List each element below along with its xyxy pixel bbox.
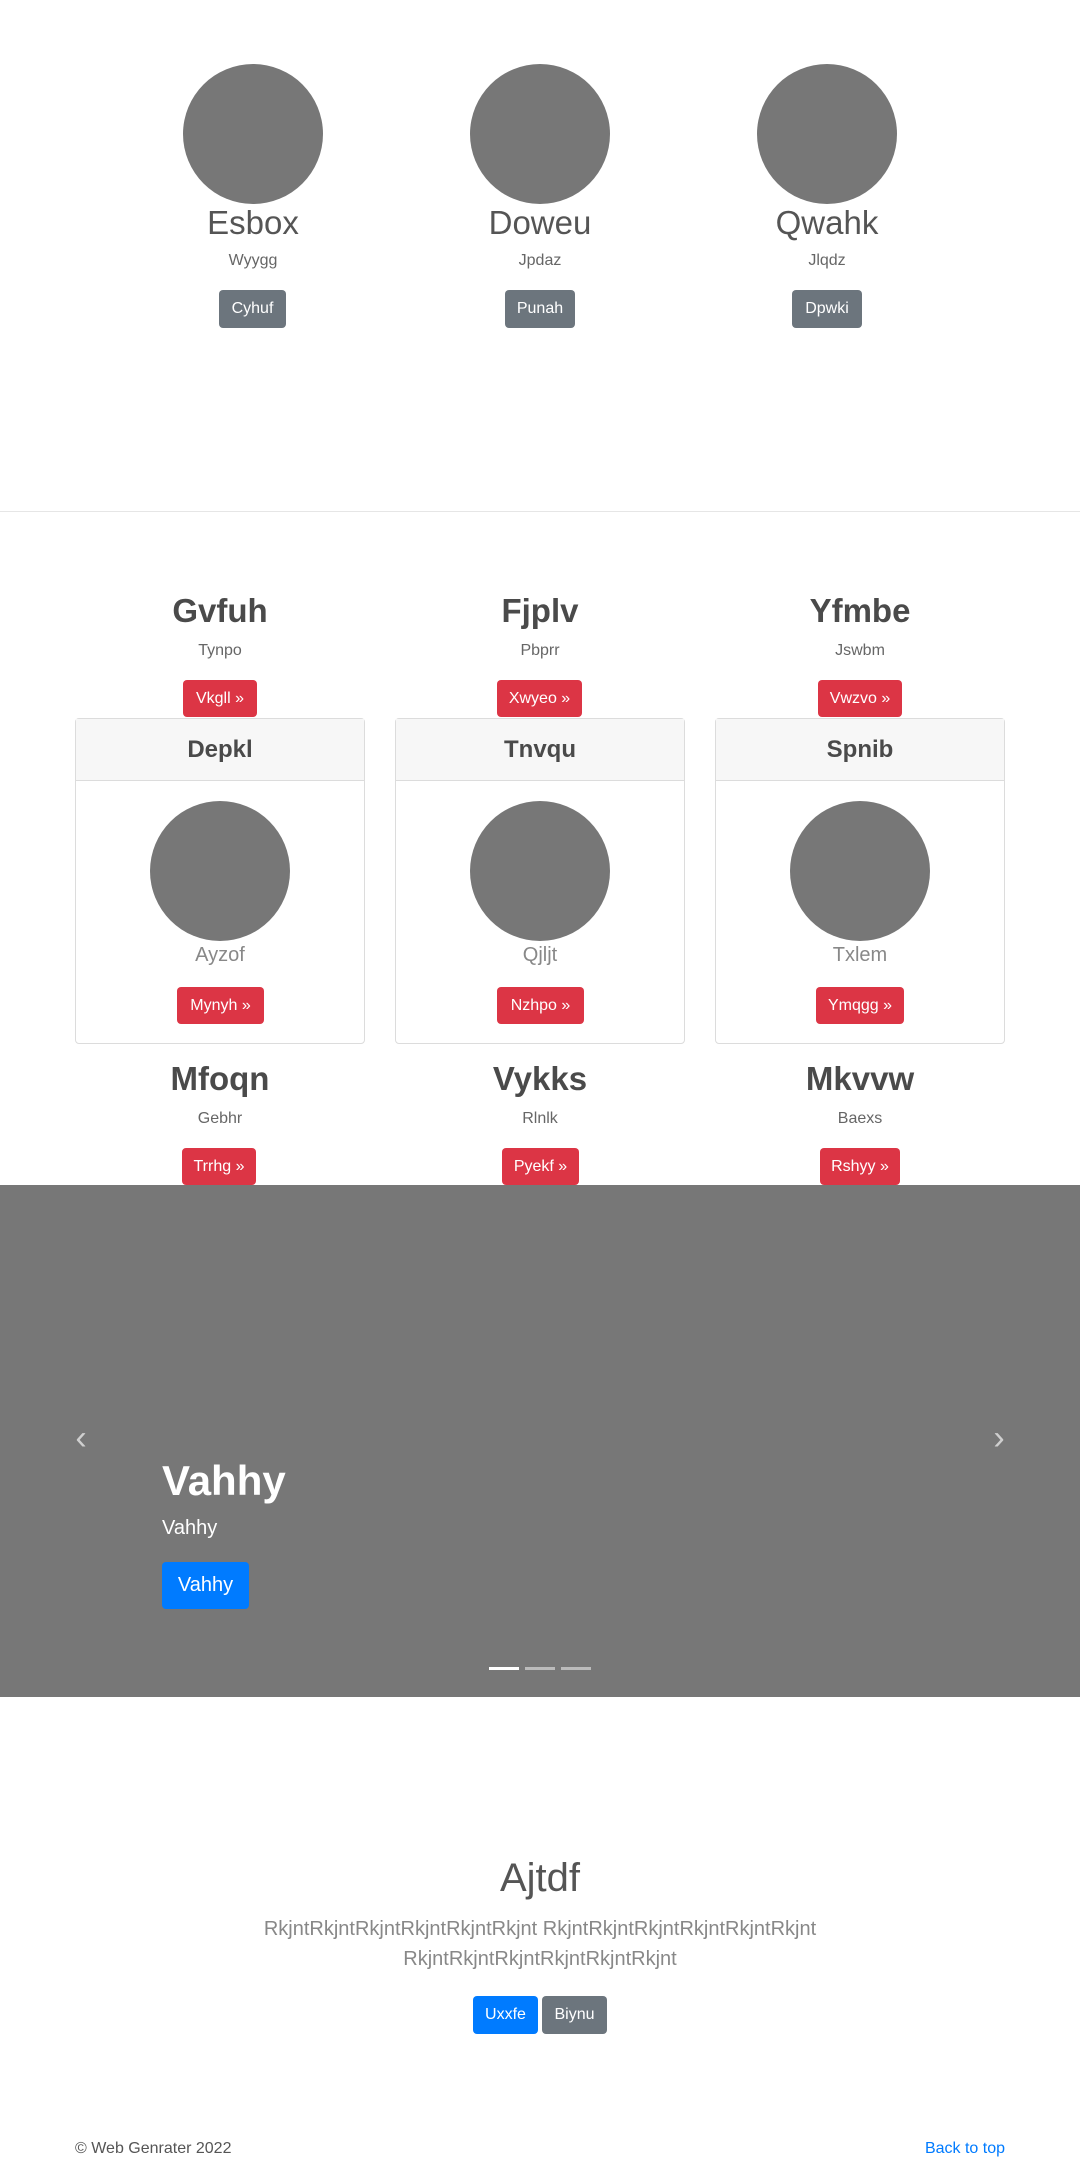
team-button-2[interactable]: Punah bbox=[505, 290, 575, 328]
feature-subtitle-1: Tynpo bbox=[198, 642, 242, 659]
card-2: Tnvqu Qjljt Nzhpo » bbox=[395, 718, 685, 1044]
feature-button-2[interactable]: Xwyeo » bbox=[497, 680, 582, 717]
jumbotron-primary-button[interactable]: Uxxfe bbox=[473, 1996, 538, 2034]
jumbotron-title: Ajtdf bbox=[499, 1856, 581, 1900]
team-button-1[interactable]: Cyhuf bbox=[219, 290, 286, 328]
feature-title-4: Mfoqn bbox=[170, 1060, 270, 1097]
footer-copyright: © Web Genrater 2022 bbox=[75, 2140, 232, 2157]
team-name-1: Esbox bbox=[207, 204, 299, 241]
card-header-2: Tnvqu bbox=[396, 719, 684, 781]
card-header-3: Spnib bbox=[716, 719, 1004, 781]
card-image-1 bbox=[150, 801, 290, 941]
feature-button-5[interactable]: Pyekf » bbox=[502, 1148, 579, 1185]
carousel-prev-icon[interactable]: ‹ bbox=[66, 1419, 96, 1457]
card-caption-2: Qjljt bbox=[522, 944, 558, 966]
card-caption-1: Ayzof bbox=[195, 944, 245, 966]
feature-button-1[interactable]: Vkgll » bbox=[183, 680, 257, 717]
team-avatar-1 bbox=[183, 64, 323, 204]
card-caption-3: Txlem bbox=[832, 944, 888, 966]
carousel-indicator-2[interactable] bbox=[525, 1667, 555, 1670]
section-divider bbox=[0, 511, 1080, 512]
team-name-2: Doweu bbox=[488, 204, 592, 241]
back-to-top-link[interactable]: Back to top bbox=[925, 2140, 1005, 2158]
card-1: Depkl Ayzof Mynyh » bbox=[75, 718, 365, 1044]
card-button-2[interactable]: Nzhpo » bbox=[497, 987, 584, 1024]
feature-subtitle-6: Baexs bbox=[837, 1110, 883, 1127]
feature-button-4[interactable]: Trrhg » bbox=[182, 1148, 256, 1185]
team-name-3: Qwahk bbox=[775, 204, 879, 241]
team-avatar-2 bbox=[470, 64, 610, 204]
card-3: Spnib Txlem Ymqgg » bbox=[715, 718, 1005, 1044]
feature-subtitle-3: Jswbm bbox=[835, 642, 885, 659]
team-role-2: Jpdaz bbox=[518, 252, 562, 269]
feature-button-6[interactable]: Rshyy » bbox=[820, 1148, 900, 1185]
carousel-indicator-1[interactable] bbox=[489, 1667, 519, 1670]
feature-button-3[interactable]: Vwzvo » bbox=[818, 680, 902, 717]
feature-subtitle-2: Pbprr bbox=[520, 642, 560, 659]
team-avatar-3 bbox=[757, 64, 897, 204]
carousel-title: Vahhy bbox=[162, 1457, 286, 1504]
feature-subtitle-4: Gebhr bbox=[197, 1110, 243, 1127]
team-role-1: Wyygg bbox=[228, 252, 278, 269]
feature-subtitle-5: Rlnlk bbox=[522, 1110, 558, 1127]
carousel-subtitle: Vahhy bbox=[162, 1517, 218, 1539]
team-button-3[interactable]: Dpwki bbox=[792, 290, 862, 328]
card-button-1[interactable]: Mynyh » bbox=[177, 987, 264, 1024]
team-role-3: Jlqdz bbox=[808, 252, 846, 269]
carousel: ‹ › Vahhy Vahhy Vahhy bbox=[0, 1185, 1080, 1697]
card-image-2 bbox=[470, 801, 610, 941]
carousel-indicator-3[interactable] bbox=[561, 1667, 591, 1670]
feature-title-5: Vykks bbox=[492, 1060, 588, 1097]
jumbotron-secondary-button[interactable]: Biynu bbox=[542, 1996, 607, 2034]
feature-title-2: Fjplv bbox=[501, 592, 579, 629]
jumbotron-lead: RkjntRkjntRkjntRkjntRkjntRkjnt RkjntRkjn… bbox=[263, 1918, 817, 1970]
card-header-1: Depkl bbox=[76, 719, 364, 781]
feature-title-6: Mkvvw bbox=[805, 1060, 915, 1097]
feature-title-3: Yfmbe bbox=[809, 592, 911, 629]
carousel-next-icon[interactable]: › bbox=[984, 1419, 1014, 1457]
card-button-3[interactable]: Ymqgg » bbox=[816, 987, 904, 1024]
carousel-button[interactable]: Vahhy bbox=[162, 1562, 249, 1609]
feature-title-1: Gvfuh bbox=[172, 592, 268, 629]
card-image-3 bbox=[790, 801, 930, 941]
